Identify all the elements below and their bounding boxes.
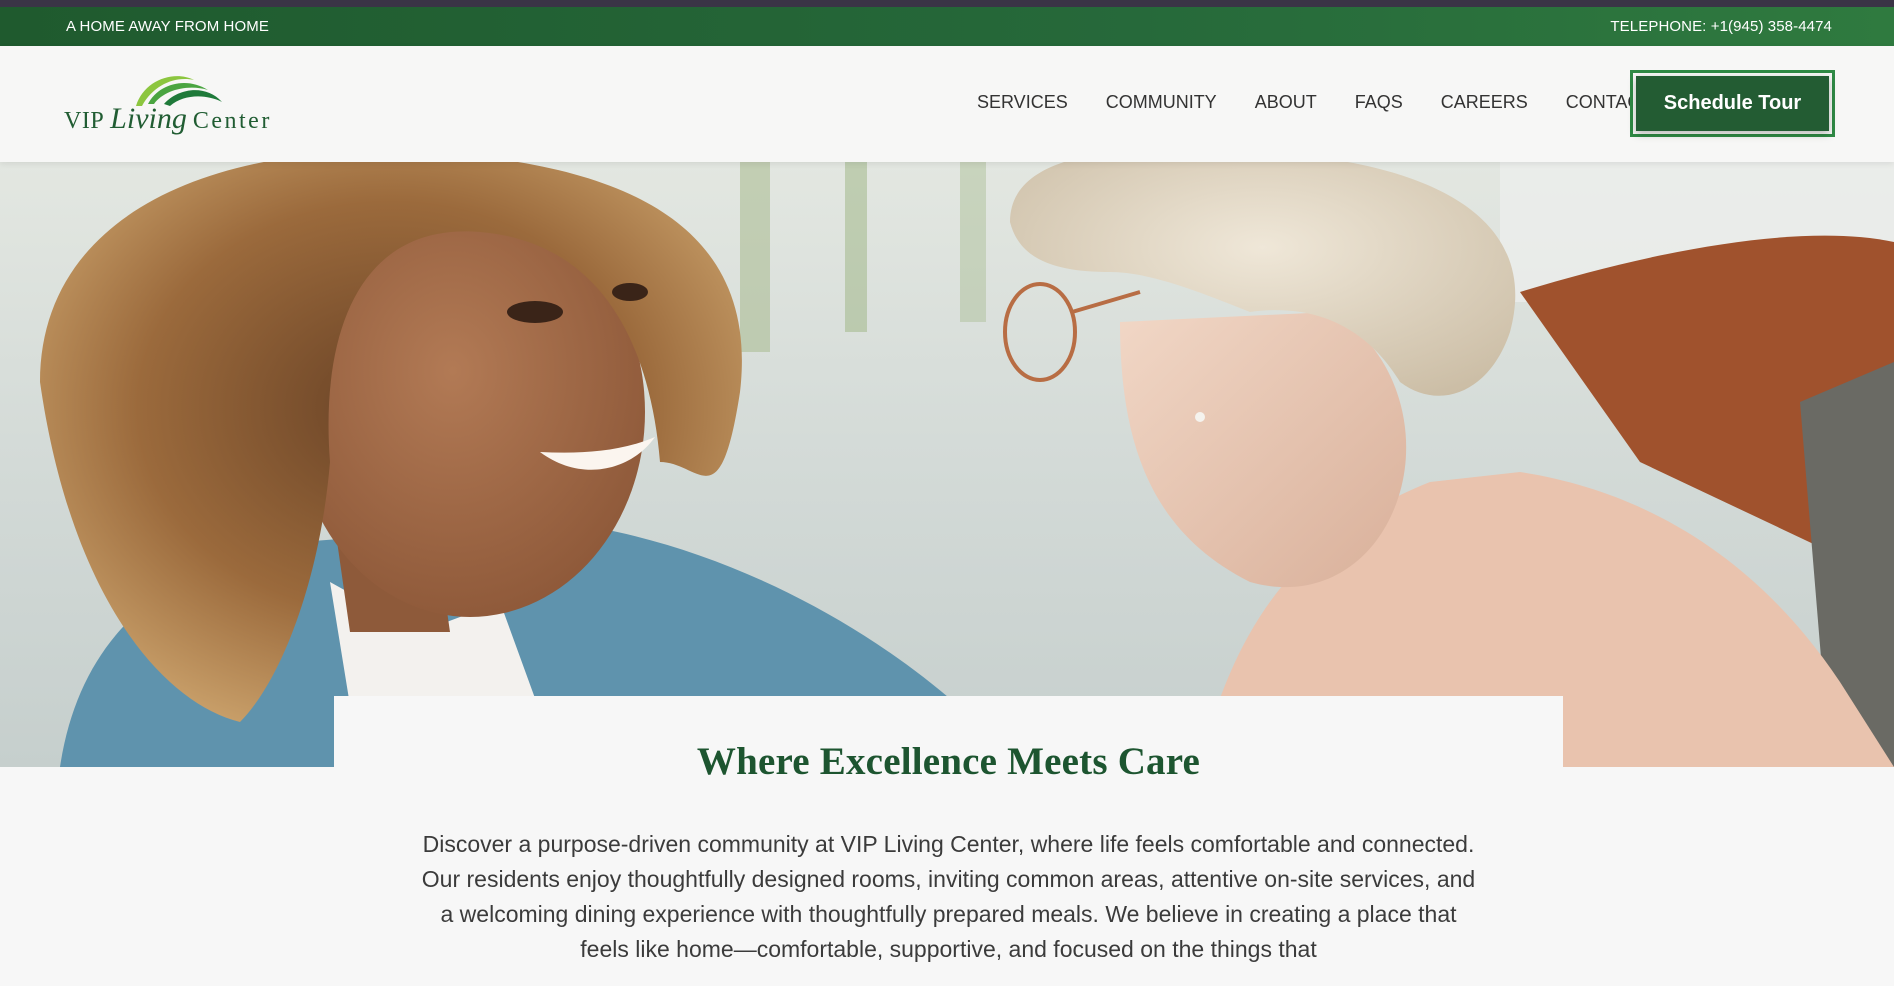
tagline: A HOME AWAY FROM HOME [66,18,269,35]
nav-item-careers[interactable]: CAREERS [1441,92,1528,113]
nav-item-faqs[interactable]: FAQS [1355,92,1403,113]
nav-item-services[interactable]: SERVICES [977,92,1068,113]
intro-card: Where Excellence Meets Care Discover a p… [334,696,1563,986]
intro-heading: Where Excellence Meets Care [696,740,1201,783]
site-logo[interactable]: VIP Living Center [64,66,292,146]
phone-number[interactable]: TELEPHONE: +1(945) 358-4474 [1610,18,1832,35]
main-nav: SERVICES COMMUNITY ABOUT FAQS CAREERS CO… [977,92,1651,113]
logo-word-living: Living [110,102,187,135]
schedule-tour-button[interactable]: Schedule Tour [1630,70,1835,137]
nav-item-about[interactable]: ABOUT [1255,92,1317,113]
intro-body: Discover a purpose-driven community at V… [421,831,1476,962]
schedule-tour-label: Schedule Tour [1636,76,1829,131]
top-bar: A HOME AWAY FROM HOME TELEPHONE: +1(945)… [0,7,1894,46]
browser-edge [0,0,1894,7]
site-header: VIP Living Center SERVICES COMMUNITY ABO… [0,46,1894,162]
hero-image [0,162,1894,767]
logo-wordmark: VIP Living Center [64,102,272,136]
logo-word-vip: VIP [64,108,105,134]
hero-illustration [0,162,1894,767]
nav-item-community[interactable]: COMMUNITY [1106,92,1217,113]
logo-word-center: Center [192,108,272,134]
